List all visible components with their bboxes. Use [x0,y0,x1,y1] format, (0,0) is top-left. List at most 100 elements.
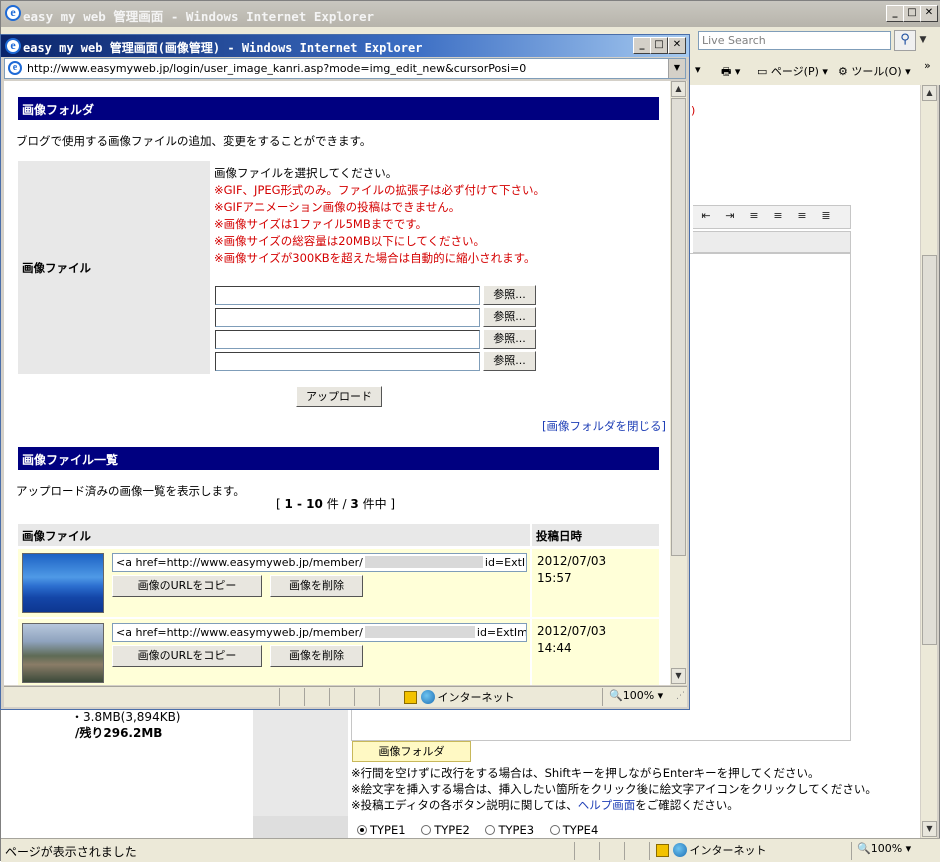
align-center-icon[interactable]: ≡ [771,210,785,223]
mountain-thumbnail-image[interactable] [22,553,104,613]
type4-radio[interactable]: TYPE4 [549,823,599,837]
search-icon[interactable]: ⚲ [894,30,916,51]
editor-toolbar: ⇤ ⇥ ≡ ≡ ≡ ≣ [693,205,851,229]
search-options-chevron-icon[interactable]: ▼ [916,30,930,51]
post-time: 14:44 [537,641,572,655]
file-path-input-4[interactable] [215,352,480,371]
help-link[interactable]: ヘルプ画面 [578,798,636,812]
radio-icon [549,825,560,835]
radio-icon [421,825,432,835]
status-divider [379,688,380,706]
post-date: 2012/07/03 [537,554,607,568]
image-url-field[interactable]: <a href=http://www.easymyweb.jp/member/i… [112,623,527,642]
popup-address-bar[interactable]: e http://www.easymyweb.jp/login/user_ima… [4,58,686,79]
close-button[interactable]: ✕ [920,5,938,22]
scroll-up-icon[interactable]: ▲ [671,81,686,97]
browse-button-4[interactable]: 参照... [483,351,536,371]
page-menu[interactable]: ▭ ページ(P) ▾ [757,63,828,79]
type4-label: TYPE4 [562,823,599,837]
home-chevron-icon[interactable]: ▾ [695,63,701,76]
scroll-up-icon[interactable]: ▲ [922,85,937,101]
status-divider [354,688,355,706]
minimize-button[interactable]: _ [886,5,904,22]
status-text: ページが表示されました [5,845,137,859]
image-url-field[interactable]: <a href=http://www.easymyweb.jp/member/i… [112,553,527,572]
file-path-input-3[interactable] [215,330,480,349]
type1-radio[interactable]: TYPE1 [357,823,406,837]
paging-mid: 件 / [322,497,351,511]
lock-icon [656,844,669,857]
image-list-header: 画像ファイル一覧 [18,447,659,470]
upload-button[interactable]: アップロード [296,386,382,407]
url-suffix: id=ExtIm [484,556,526,569]
popup-security-zone: インターネット [404,689,515,705]
browse-button-1[interactable]: 参照... [483,285,536,305]
scroll-down-icon[interactable]: ▼ [671,668,686,684]
popup-close-button[interactable]: ✕ [668,37,686,54]
indent-icon[interactable]: ⇥ [723,210,737,223]
type2-radio[interactable]: TYPE2 [421,823,470,837]
editor-subbar [693,231,851,253]
post-time: 15:57 [537,571,572,585]
upload-rule: ※画像サイズは1ファイル5MBまでです。 [214,217,428,231]
file-path-input-2[interactable] [215,308,480,327]
browse-button-3[interactable]: 参照... [483,329,536,349]
radio-selected-icon [357,825,367,835]
zoom-control[interactable]: 🔍100% ▾ [857,842,911,855]
more-chevron-icon[interactable]: » [924,59,931,72]
type1-label: TYPE1 [370,823,406,837]
editor-note-help: ※投稿エディタの各ボタン説明に関しては、ヘルプ画面をご確認ください。 [351,797,739,813]
type-radio-group: TYPE1 TYPE2 TYPE3 TYPE4 [357,823,610,837]
column-header-date: 投稿日時 [532,524,659,546]
browse-button-2[interactable]: 参照... [483,307,536,327]
popup-minimize-button[interactable]: _ [633,37,651,54]
copy-url-button[interactable]: 画像のURLをコピー [112,575,262,597]
zone-label: インターネット [689,844,767,857]
redacted-text [364,556,483,568]
status-divider [602,688,603,706]
popup-vertical-scrollbar[interactable]: ▲ ▼ [670,81,687,685]
maximize-button[interactable]: □ [903,5,921,22]
scroll-thumb[interactable] [671,98,686,556]
bg-vertical-scrollbar[interactable]: ▲ ▼ [920,85,937,838]
close-folder-link[interactable]: [画像フォルダを閉じる] [542,418,666,434]
align-right-icon[interactable]: ≡ [795,210,809,223]
image-manager-popup-window: e easy my web 管理画面(画像管理) - Windows Inter… [0,34,690,710]
page-icon: ▭ [757,65,768,78]
tools-menu-label: ツール(O) [851,65,902,78]
search-input[interactable]: Live Search [698,31,891,50]
tools-menu[interactable]: ⚙ ツール(O) ▾ [838,63,911,79]
upload-rule: ※画像サイズが300KBを超えた場合は自動的に縮小されます。 [214,251,536,265]
building-thumbnail-image[interactable] [22,623,104,683]
page-favicon-icon: e [8,61,22,75]
paging-total: 3 [350,497,359,511]
outdent-icon[interactable]: ⇤ [699,210,713,223]
scroll-thumb[interactable] [922,255,937,645]
status-divider [851,842,852,860]
file-path-input-1[interactable] [215,286,480,305]
popup-zoom-control[interactable]: 🔍100% ▾ [609,689,663,702]
gear-icon: ⚙ [838,65,848,78]
image-folder-button[interactable]: 画像フォルダ [352,741,471,762]
paging-suffix: 件中 ] [358,497,396,511]
resize-grip-icon[interactable]: ⋰ [676,691,685,701]
delete-image-button[interactable]: 画像を削除 [270,575,363,597]
status-divider [649,842,650,860]
capacity-remaining: /残り296.2MB [75,726,163,740]
scroll-down-icon[interactable]: ▼ [922,821,937,837]
print-icon[interactable]: 🖶 ▾ [721,63,740,82]
align-justify-icon[interactable]: ≣ [819,210,833,223]
popup-url: http://www.easymyweb.jp/login/user_image… [27,62,527,75]
align-left-icon[interactable]: ≡ [747,210,761,223]
copy-url-button[interactable]: 画像のURLをコピー [112,645,262,667]
status-divider [624,842,625,860]
status-divider [304,688,305,706]
popup-window-title: easy my web 管理画面(画像管理) - Windows Interne… [23,41,423,55]
type3-radio[interactable]: TYPE3 [485,823,534,837]
popup-maximize-button[interactable]: □ [650,37,668,54]
status-divider [279,688,280,706]
address-dropdown-icon[interactable]: ▼ [668,59,685,78]
delete-image-button[interactable]: 画像を削除 [270,645,363,667]
file-label-cell: 画像ファイル [18,161,210,374]
help-note-prefix: ※投稿エディタの各ボタン説明に関しては、 [351,798,578,812]
